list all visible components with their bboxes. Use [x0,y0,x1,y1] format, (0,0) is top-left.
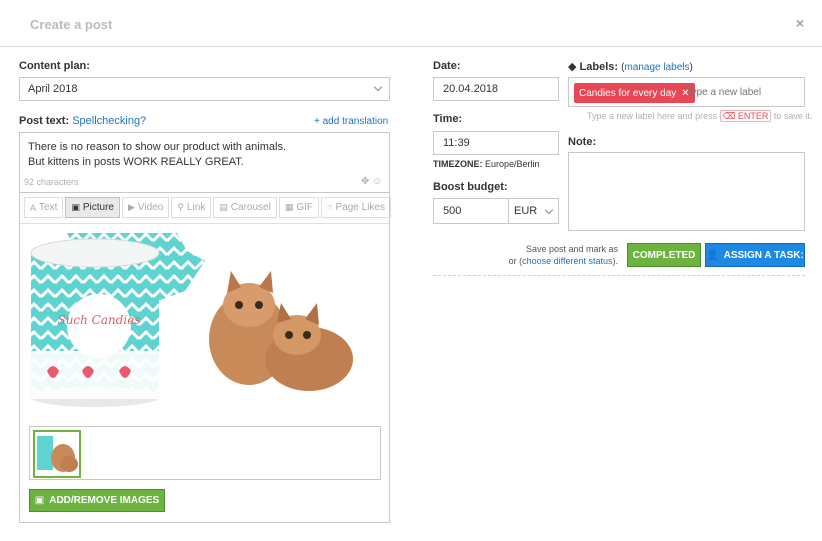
new-label-input[interactable] [686,87,798,98]
labels-header: ◆ Labels: (manage labels) [568,61,693,73]
add-remove-images-label: ADD/REMOVE IMAGES [49,495,160,506]
date-input[interactable]: 20.04.2018 [433,77,559,101]
video-icon: ▶ [128,202,135,212]
note-label: Note: [568,136,597,148]
enter-icon: ⌫ [722,111,736,121]
modal-title: Create a post [30,17,113,32]
candy-tin: Such Candies [30,238,160,407]
save-status-text: Save post and mark as or (choose differe… [490,243,618,267]
tab-label: Link [186,202,206,213]
assign-task-button[interactable]: 👤 ASSIGN A TASK: [705,243,805,267]
timezone-label: TIMEZONE: [433,159,483,169]
tab-text[interactable]: A Text [24,197,64,218]
label-tag: Candies for every day ✕ [574,83,695,103]
tab-label: Text [39,202,58,213]
or-text: or ( [508,256,523,266]
content-plan-select[interactable]: April 2018 [19,77,390,101]
modal-header: Create a post × [0,0,822,47]
divider [433,275,805,276]
divider [20,223,389,224]
media-editor: A Text ▣ Picture ▶ Video ⚲ Link ▤ Carousel ▦ G… [19,192,393,523]
tab-video[interactable]: ▶ Video [122,197,170,218]
manage-labels-link[interactable]: manage labels [624,62,689,73]
gif-icon: ▦ [284,202,294,212]
link-icon: ⚲ [177,202,184,212]
post-text-label: Post text: Spellchecking? [19,115,146,127]
char-count: 92 characters [24,177,79,187]
assign-task-label: ASSIGN A TASK: [723,249,804,261]
close-paren: ). [612,256,619,266]
content-plan-label: Content plan: [19,60,90,72]
labels-hint: Type a new label here and press ⌫ ENTER … [587,110,813,122]
chevron-down-icon [373,82,383,92]
tab-page-likes[interactable]: ☝ Page Likes [321,197,391,218]
emoji-icon[interactable]: ✥ ☺ [361,176,382,187]
picture-icon: ▣ [71,202,80,212]
thumbs-up-icon: ☝ [327,202,333,212]
tab-link[interactable]: ⚲ Link [171,197,212,218]
tab-gif[interactable]: ▦ GIF [278,197,320,218]
tab-picture[interactable]: ▣ Picture [65,197,120,218]
boost-budget-label: Boost budget: [433,181,508,193]
hint-text: Type a new label here and press [587,111,718,121]
currency-select[interactable]: EUR [508,198,559,224]
editor-tabs: A Text ▣ Picture ▶ Video ⚲ Link ▤ Carousel ▦ G… [24,197,393,218]
currency-value: EUR [514,205,538,217]
tab-label: GIF [296,202,314,213]
content-plan-value: April 2018 [28,83,78,95]
enter-key-badge: ⌫ ENTER [719,110,772,122]
save-text: Save post and mark as [525,244,618,254]
tag-icon: ◆ [568,61,577,73]
choose-status-link[interactable]: choose different status [522,256,612,266]
user-icon: 👤 [706,249,719,261]
tab-label: Video [137,202,164,213]
tab-label: Carousel [230,202,271,213]
post-text-label-text: Post text: [19,115,70,127]
kittens-image [209,271,353,391]
boost-budget-input[interactable]: 500 [433,198,509,224]
text-icon: A [30,202,37,213]
tab-label: Picture [82,202,114,213]
time-input[interactable]: 11:39 [433,131,559,155]
thumbnail-image [37,436,78,472]
post-text-line: There is no reason to show our product w… [28,141,287,153]
post-image-preview: Such Candies [30,233,353,407]
timezone-value: Europe/Berlin [485,159,540,169]
timezone-info: TIMEZONE: Europe/Berlin [433,159,540,169]
labels-label: Labels: [579,61,619,73]
enter-key-label: ENTER [737,111,769,121]
candy-label-text: Such Candies [57,313,140,327]
completed-button[interactable]: COMPLETED [627,243,701,267]
close-icon[interactable]: × [796,15,804,31]
carousel-icon: ▤ [219,202,228,212]
label-tag-text: Candies for every day [579,87,677,99]
note-input[interactable] [568,152,805,231]
time-label: Time: [433,113,463,125]
image-thumbnail[interactable] [33,430,81,478]
add-remove-images-button[interactable]: ▣ ADD/REMOVE IMAGES [29,489,165,512]
picture-icon: ▣ [34,495,45,506]
spellcheck-link[interactable]: Spellchecking? [72,115,146,127]
image-thumbnails [29,426,381,480]
post-text-line: But kittens in posts WORK REALLY GREAT. [28,156,244,168]
add-translation-link[interactable]: + add translation [314,116,388,127]
date-label: Date: [433,60,461,72]
tab-label: Page Likes [335,202,385,213]
chevron-down-icon [544,205,554,215]
hint-text: to save it. [773,111,813,121]
tab-carousel[interactable]: ▤ Carousel [213,197,277,218]
